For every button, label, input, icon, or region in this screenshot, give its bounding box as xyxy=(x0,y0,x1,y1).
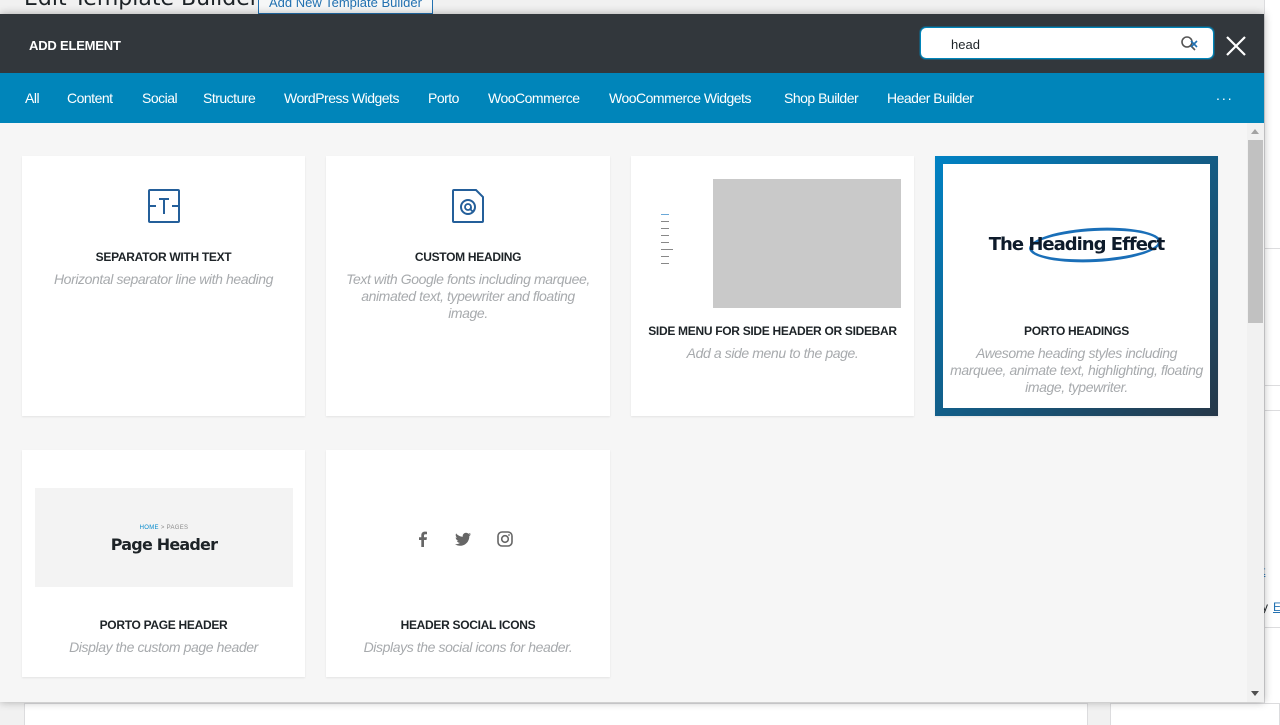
editor-panel xyxy=(24,703,1088,725)
page-header-title: Page Header xyxy=(110,535,218,554)
tab-woocommerce-widgets[interactable]: WooCommerce Widgets xyxy=(609,90,751,106)
side-menu-image-placeholder xyxy=(713,179,901,308)
tab-structure[interactable]: Structure xyxy=(203,90,256,106)
element-title: SIDE MENU FOR SIDE HEADER OR SIDEBAR xyxy=(648,324,897,338)
element-title: HEADER SOCIAL ICONS xyxy=(400,618,536,632)
search-input[interactable] xyxy=(951,35,1171,53)
element-description: Awesome heading styles including marquee… xyxy=(950,345,1203,395)
category-tabs: All Content Social Structure WordPress W… xyxy=(0,73,1264,123)
element-card-header-social-icons[interactable]: HEADER SOCIAL ICONS Displays the social … xyxy=(326,450,610,677)
page-header-preview: HOME > PAGES Page Header xyxy=(35,488,293,587)
side-panel xyxy=(1110,703,1280,725)
element-card-custom-heading[interactable]: CUSTOM HEADING Text with Google fonts in… xyxy=(326,156,610,416)
scroll-up-arrow-icon[interactable] xyxy=(1251,129,1259,134)
card-inner: The Heading Effect PORTO HEADINGS Awesom… xyxy=(943,164,1210,408)
element-description: Display the custom page header xyxy=(69,639,258,655)
search-clear-icon[interactable] xyxy=(1179,34,1199,54)
breadcrumb: HOME > PAGES xyxy=(139,525,189,531)
tab-all[interactable]: All xyxy=(25,90,40,106)
custom-heading-icon xyxy=(452,189,484,223)
elements-grid: SEPARATOR WITH TEXT Horizontal separator… xyxy=(0,123,1264,702)
divider xyxy=(1264,385,1280,386)
element-card-side-menu[interactable]: SIDE MENU FOR SIDE HEADER OR SIDEBAR Add… xyxy=(631,156,914,416)
instagram-icon xyxy=(497,531,513,547)
element-description: Add a side menu to the page. xyxy=(686,345,859,361)
right-sidebar-strip xyxy=(1264,0,1280,725)
element-description: Text with Google fonts including marquee… xyxy=(346,271,590,321)
twitter-icon xyxy=(455,532,471,546)
sidebar-link-2[interactable]: E xyxy=(1273,600,1280,614)
tab-social[interactable]: Social xyxy=(142,90,178,106)
page-title: Edit Template Builder xyxy=(24,0,259,11)
tab-header-builder[interactable]: Header Builder xyxy=(887,90,974,106)
element-description: Horizontal separator line with heading xyxy=(53,271,274,287)
element-title: PORTO HEADINGS xyxy=(1024,324,1129,338)
add-new-button[interactable]: Add New Template Builder xyxy=(258,0,433,14)
modal-title: ADD ELEMENT xyxy=(29,38,121,53)
divider xyxy=(1264,627,1280,628)
element-title: CUSTOM HEADING xyxy=(414,250,522,264)
side-menu-preview xyxy=(661,214,706,270)
element-card-separator-with-text[interactable]: SEPARATOR WITH TEXT Horizontal separator… xyxy=(22,156,305,416)
divider xyxy=(1264,410,1280,411)
tab-shop-builder[interactable]: Shop Builder xyxy=(784,90,859,106)
heading-effect-preview: The Heading Effect xyxy=(988,234,1165,255)
modal-header: ADD ELEMENT xyxy=(0,14,1264,73)
vertical-scrollbar[interactable] xyxy=(1247,123,1264,702)
element-card-porto-headings[interactable]: The Heading Effect PORTO HEADINGS Awesom… xyxy=(935,156,1218,416)
element-title: PORTO PAGE HEADER xyxy=(99,618,228,632)
social-icons-preview xyxy=(414,530,522,550)
close-icon[interactable] xyxy=(1224,34,1248,58)
search-box[interactable] xyxy=(920,27,1214,59)
scrollbar-thumb[interactable] xyxy=(1248,140,1263,323)
add-element-modal: ADD ELEMENT All Content Social Structure… xyxy=(0,14,1264,702)
element-description: Displays the social icons for header. xyxy=(363,639,573,655)
separator-text-icon xyxy=(148,189,180,223)
element-card-porto-page-header[interactable]: HOME > PAGES Page Header PORTO PAGE HEAD… xyxy=(22,450,305,677)
facebook-icon xyxy=(419,531,427,547)
element-title: SEPARATOR WITH TEXT xyxy=(95,250,232,264)
scroll-down-arrow-icon[interactable] xyxy=(1251,691,1259,696)
tab-porto[interactable]: Porto xyxy=(428,90,459,106)
more-tabs-button[interactable]: ... xyxy=(1216,87,1234,103)
tab-content[interactable]: Content xyxy=(67,90,113,106)
tab-woocommerce[interactable]: WooCommerce xyxy=(488,90,580,106)
divider xyxy=(1264,248,1280,249)
tab-wordpress-widgets[interactable]: WordPress Widgets xyxy=(284,90,399,106)
